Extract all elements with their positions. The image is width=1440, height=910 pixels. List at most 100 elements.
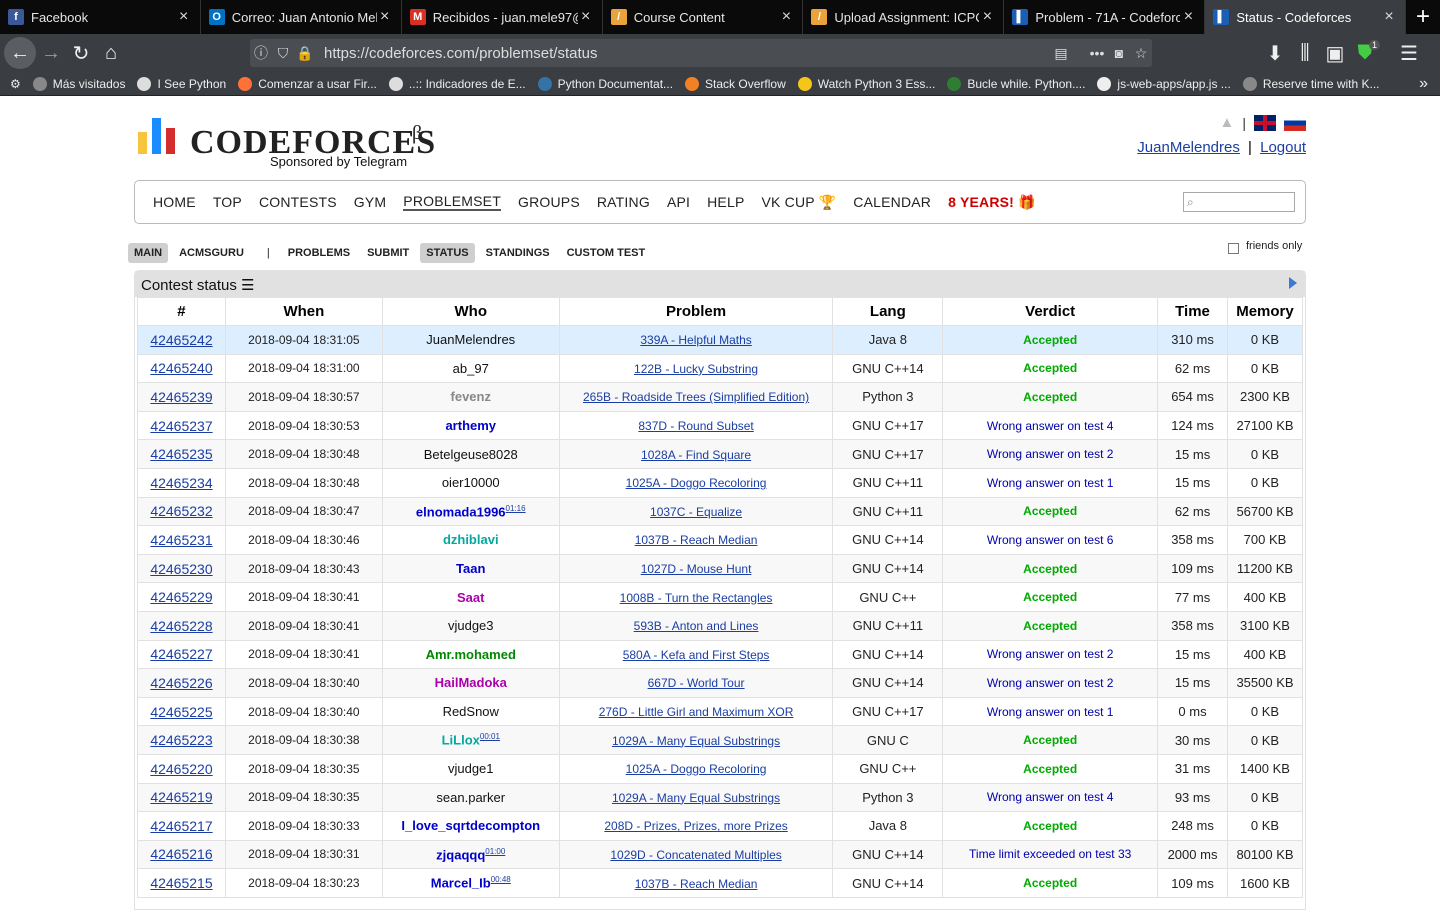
- tab-close-icon[interactable]: ×: [1180, 8, 1196, 26]
- search-input[interactable]: ⌕: [1183, 192, 1295, 212]
- browser-tab[interactable]: f Facebook ×: [0, 0, 201, 34]
- sidebar-icon[interactable]: ▣: [1320, 38, 1350, 68]
- submenu-item[interactable]: MAIN: [128, 243, 169, 263]
- problem-link[interactable]: 593B - Anton and Lines: [634, 619, 759, 633]
- reload-button[interactable]: ↻: [66, 38, 96, 68]
- user-link[interactable]: oier10000: [442, 475, 500, 490]
- submission-id-link[interactable]: 42465223: [150, 732, 212, 748]
- problem-link[interactable]: 1037C - Equalize: [650, 505, 742, 519]
- user-link[interactable]: Saat: [457, 590, 484, 605]
- url-bar[interactable]: ⓘ ⛉ 🔒 https://codeforces.com/problemset/…: [250, 39, 1152, 67]
- submenu-item[interactable]: ACMSGURU: [173, 243, 250, 263]
- menu-item[interactable]: PROBLEMSET: [403, 193, 501, 211]
- bookmark-item[interactable]: Más visitados: [32, 76, 125, 91]
- problem-link[interactable]: 1029D - Concatenated Multiples: [610, 848, 781, 862]
- tab-close-icon[interactable]: ×: [979, 8, 995, 26]
- problem-link[interactable]: 265B - Roadside Trees (Simplified Editio…: [583, 390, 809, 404]
- logout-link[interactable]: Logout: [1260, 139, 1306, 156]
- submission-id-link[interactable]: 42465226: [150, 675, 212, 691]
- menu-item[interactable]: CONTESTS: [259, 194, 337, 210]
- submission-id-link[interactable]: 42465228: [150, 618, 212, 634]
- user-link[interactable]: arthemy: [445, 418, 496, 433]
- problem-link[interactable]: 1027D - Mouse Hunt: [641, 562, 752, 576]
- more-actions-icon[interactable]: •••: [1086, 45, 1108, 61]
- user-link[interactable]: sean.parker: [436, 790, 505, 805]
- browser-tab[interactable]: / Upload Assignment: ICPC ×: [803, 0, 1005, 34]
- problem-link[interactable]: 1037B - Reach Median: [635, 533, 758, 547]
- submission-id-link[interactable]: 42465242: [150, 332, 212, 348]
- expand-arrow-icon[interactable]: [1289, 277, 1297, 289]
- submenu-item[interactable]: PROBLEMS: [282, 243, 356, 263]
- problem-link[interactable]: 1029A - Many Equal Substrings: [612, 734, 780, 748]
- tab-close-icon[interactable]: ×: [778, 8, 794, 26]
- codeforces-logo[interactable]: CODEFORCES β Sponsored by Telegram: [138, 118, 438, 174]
- submission-id-link[interactable]: 42465219: [150, 789, 212, 805]
- problem-link[interactable]: 339A - Helpful Maths: [640, 333, 751, 347]
- bookmark-item[interactable]: Stack Overflow: [685, 76, 786, 91]
- home-button[interactable]: ⌂: [96, 38, 126, 68]
- forward-button[interactable]: →: [36, 38, 66, 68]
- problem-link[interactable]: 837D - Round Subset: [638, 419, 753, 433]
- bookmarks-overflow-icon[interactable]: »: [1419, 75, 1428, 93]
- menu-icon[interactable]: ☰: [1394, 38, 1424, 68]
- download-icon[interactable]: ⬇: [1260, 38, 1290, 68]
- russian-flag-icon[interactable]: [1284, 114, 1306, 131]
- library-icon[interactable]: ⫼: [1290, 38, 1320, 68]
- problem-link[interactable]: 1029A - Many Equal Substrings: [612, 791, 780, 805]
- bookmark-item[interactable]: Bucle while. Python....: [947, 76, 1085, 91]
- back-button[interactable]: ←: [4, 37, 36, 69]
- browser-tab[interactable]: M Recibidos - juan.mele97@ ×: [402, 0, 603, 34]
- user-link[interactable]: vjudge3: [448, 618, 494, 633]
- menu-item[interactable]: GROUPS: [518, 194, 580, 210]
- browser-tab[interactable]: O Correo: Juan Antonio Mele ×: [201, 0, 402, 34]
- submission-id-link[interactable]: 42465225: [150, 704, 212, 720]
- user-link[interactable]: Amr.mohamed: [426, 647, 516, 662]
- browser-tab[interactable]: ▌ Problem - 71A - Codeforce ×: [1004, 0, 1206, 34]
- problem-link[interactable]: 667D - World Tour: [648, 676, 745, 690]
- bookmark-item[interactable]: Watch Python 3 Ess...: [797, 76, 935, 91]
- bookmark-item[interactable]: Reserve time with K...: [1242, 76, 1380, 91]
- submission-id-link[interactable]: 42465230: [150, 561, 212, 577]
- username-link[interactable]: JuanMelendres: [1137, 139, 1240, 156]
- new-tab-button[interactable]: +: [1406, 0, 1440, 34]
- user-link[interactable]: I_love_sqrtdecompton: [401, 818, 540, 833]
- submission-id-link[interactable]: 42465227: [150, 646, 212, 662]
- user-link[interactable]: zjqaqqq: [436, 847, 485, 862]
- friends-only-checkbox[interactable]: [1228, 243, 1239, 254]
- virtual-time[interactable]: 01:16: [506, 504, 526, 513]
- extension-shield-icon[interactable]: ⛊ 1: [1350, 38, 1380, 68]
- user-link[interactable]: fevenz: [451, 389, 491, 404]
- pocket-icon[interactable]: ◙: [1108, 45, 1130, 61]
- user-link[interactable]: LiLlox: [442, 733, 480, 748]
- submenu-item[interactable]: STATUS: [420, 243, 475, 263]
- problem-link[interactable]: 1025A - Doggo Recoloring: [626, 762, 767, 776]
- user-link[interactable]: HailMadoka: [435, 675, 507, 690]
- friends-only-toggle[interactable]: friends only: [1228, 237, 1302, 254]
- submission-id-link[interactable]: 42465215: [150, 875, 212, 891]
- tab-close-icon[interactable]: ×: [377, 8, 393, 26]
- user-link[interactable]: RedSnow: [443, 704, 499, 719]
- problem-link[interactable]: 1037B - Reach Median: [635, 877, 758, 891]
- submission-id-link[interactable]: 42465235: [150, 446, 212, 462]
- user-link[interactable]: ab_97: [453, 361, 489, 376]
- english-flag-icon[interactable]: [1254, 114, 1276, 131]
- menu-item[interactable]: RATING: [597, 194, 650, 210]
- tab-close-icon[interactable]: ×: [176, 8, 192, 26]
- submission-id-link[interactable]: 42465237: [150, 418, 212, 434]
- user-link[interactable]: elnomada1996: [416, 504, 506, 519]
- virtual-time[interactable]: 01:00: [485, 847, 505, 856]
- virtual-time[interactable]: 00:01: [480, 732, 500, 741]
- user-link[interactable]: Betelgeuse8028: [424, 447, 518, 462]
- virtual-time[interactable]: 00:48: [491, 875, 511, 884]
- submission-id-link[interactable]: 42465220: [150, 761, 212, 777]
- browser-tab[interactable]: ▌ Status - Codeforces ×: [1205, 0, 1407, 34]
- bookmark-item[interactable]: Python Documentat...: [537, 76, 673, 91]
- submission-id-link[interactable]: 42465231: [150, 532, 212, 548]
- menu-item[interactable]: CALENDAR: [853, 194, 931, 210]
- bookmark-item[interactable]: I See Python: [137, 76, 226, 91]
- bookmark-item[interactable]: js-web-apps/app.js ...: [1097, 76, 1231, 91]
- submission-id-link[interactable]: 42465229: [150, 589, 212, 605]
- menu-item[interactable]: API: [667, 194, 690, 210]
- problem-link[interactable]: 1025A - Doggo Recoloring: [626, 476, 767, 490]
- user-link[interactable]: dzhiblavi: [443, 532, 499, 547]
